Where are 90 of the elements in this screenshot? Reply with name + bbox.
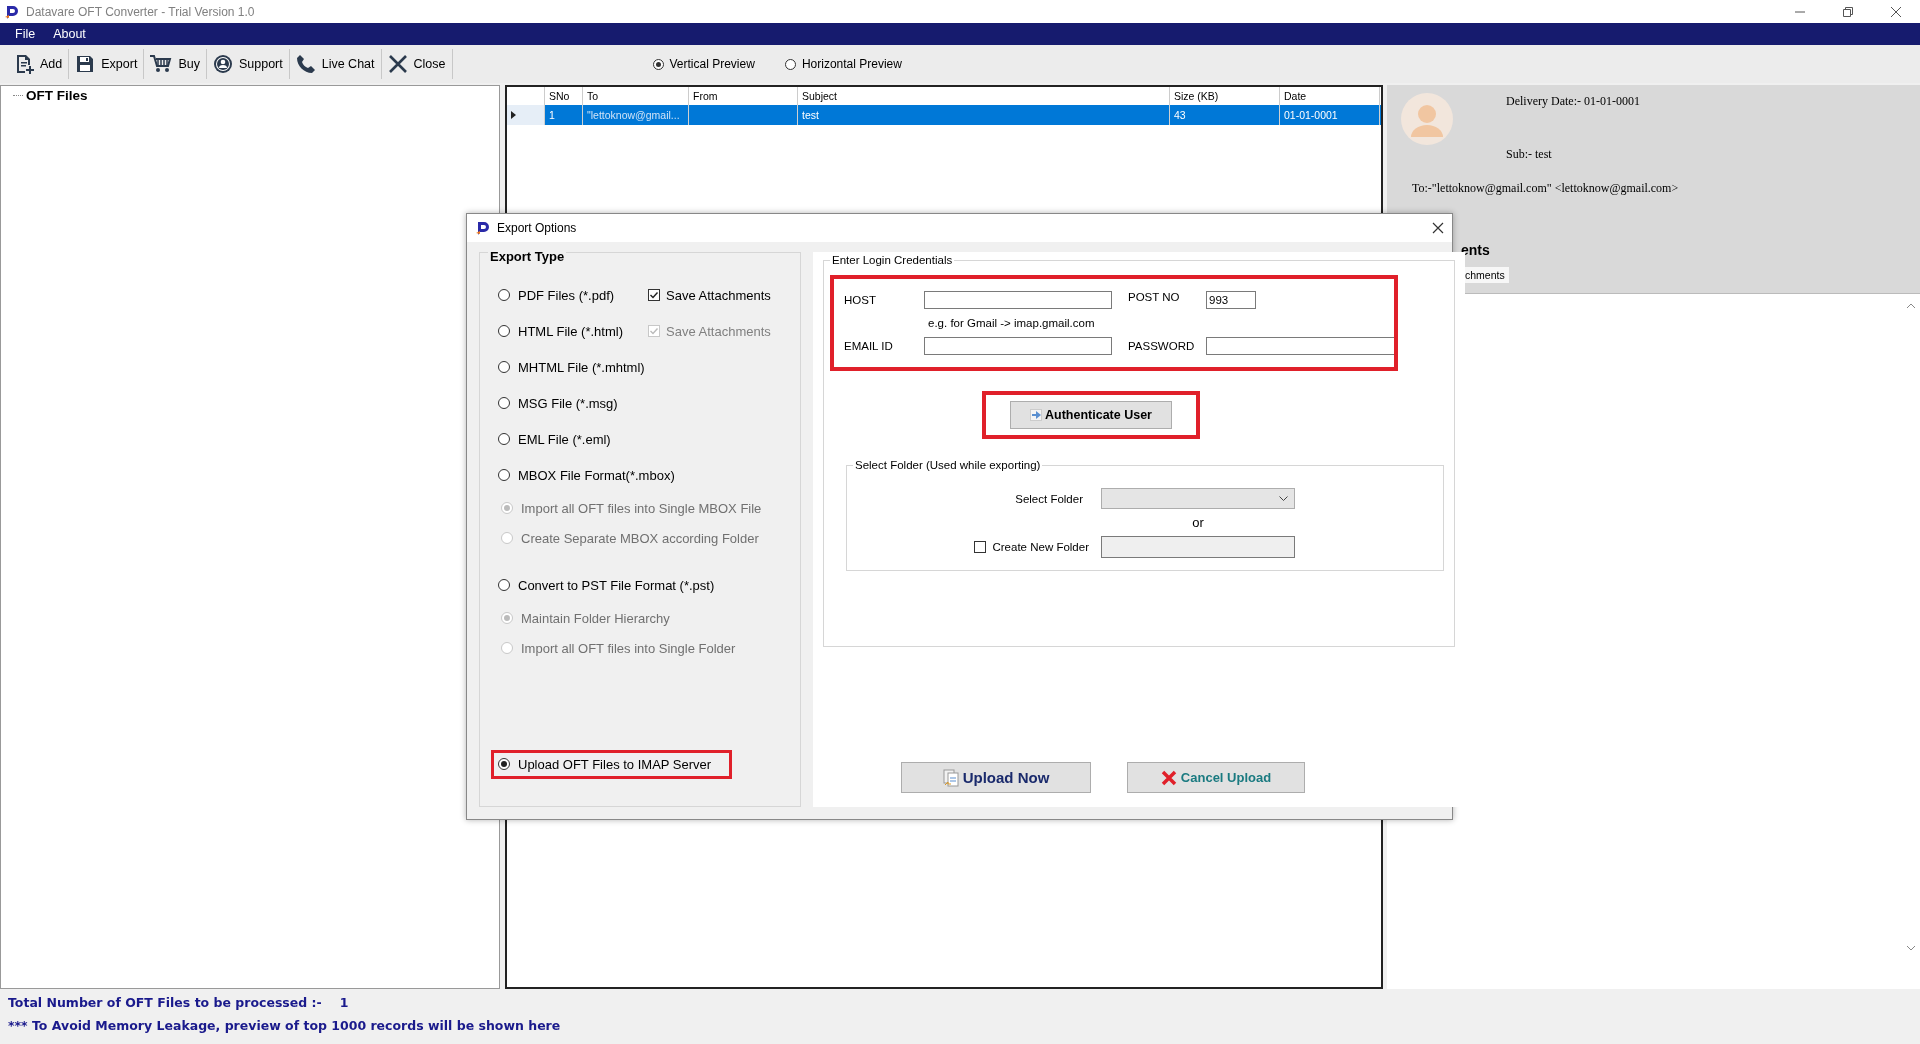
input-field[interactable] [1206,337,1396,355]
table-cell: "lettoknow@gmail... [583,105,689,125]
delivery-date: Delivery Date:- 01-01-0001 [1506,94,1640,109]
radio-button[interactable] [498,469,510,481]
menu-item[interactable]: About [44,27,95,41]
input-field[interactable] [924,291,1112,309]
radio-button[interactable] [652,58,664,70]
menu-item[interactable]: File [6,27,45,41]
radio-label: Upload OFT Files to IMAP Server [518,756,712,772]
restore-icon[interactable] [1843,6,1853,17]
toolbar-button[interactable]: Add [8,49,70,79]
field-label: PASSWORD [1128,340,1196,352]
radio-label: Convert to PST File Format (*.pst) [518,577,715,593]
or-text: or [1191,515,1205,530]
table-cell: 1 [545,105,583,125]
cancel-button[interactable]: Cancel Upload [1127,762,1305,793]
toolbar-button[interactable]: Support [206,49,290,79]
avatar-icon [1401,93,1453,145]
tree-item[interactable]: OFT Files [26,88,88,103]
toolbar-button[interactable]: Live Chat [289,49,382,79]
upload-button[interactable]: Upload Now [901,762,1091,793]
radio-label: Horizontal Preview [801,57,902,71]
field-label: HOST [844,294,877,306]
field-label: POST NO [1128,291,1181,303]
radio-label: HTML File (*.html) [518,323,623,339]
checkbox-label: Save Attachments [666,287,771,303]
row-pointer-icon [511,111,516,119]
radio-label: Import all OFT files into Single MBOX File [521,500,762,516]
authenticate-button[interactable]: Authenticate User [1010,401,1172,429]
radio-button[interactable] [498,289,510,301]
phone-icon [295,54,316,74]
field-label: EMAIL ID [844,340,894,352]
checkbox[interactable] [974,541,987,553]
group-title: Export Type [488,249,567,264]
app-logo-icon [475,220,491,236]
input-field[interactable]: 993 [1206,291,1256,309]
field-label: Select Folder [1015,492,1083,505]
shopping-cart-icon [150,54,173,74]
scroll-up-icon[interactable] [1906,302,1916,310]
radio-label: MHTML File (*.mhtml) [518,359,645,375]
radio-label: MBOX File Format(*.mbox) [518,467,675,483]
dialog-title: Export Options [497,221,578,235]
checkmark-icon [649,290,659,300]
close-icon [387,54,408,74]
input-field[interactable] [924,337,1112,355]
radio-label: EML File (*.eml) [518,431,611,447]
radio-button[interactable] [498,579,510,591]
subject-text: Sub:- test [1506,147,1552,162]
documents-icon [942,768,959,787]
toolbar-button[interactable]: Export [69,49,145,79]
app-logo-icon [4,3,20,20]
table-cell: test [798,105,1170,125]
radio-button[interactable] [498,397,510,409]
toolbar-button[interactable]: Close [381,49,453,79]
radio-button[interactable] [498,361,510,373]
add-file-icon [14,54,34,74]
radio-button[interactable] [784,58,796,70]
close-icon[interactable] [1891,6,1901,17]
window-title: Datavare OFT Converter - Trial Version 1.0 [26,4,256,19]
checkmark-icon [649,326,659,336]
person-circle-icon [212,54,233,74]
radio-label: Create Separate MBOX according Folder [521,530,759,546]
input-field[interactable] [1101,536,1295,558]
radio-button[interactable] [498,433,510,445]
checkbox[interactable] [648,289,660,301]
cross-icon [1160,769,1177,786]
checkbox-label: Save Attachments [666,323,771,339]
group-title: Enter Login Credentials [830,254,955,266]
status-label: Total Number of OFT Files to be processed :- [8,995,322,1010]
arrow-icon [1030,409,1042,421]
chevron-down-icon [1279,495,1288,502]
status-count: 1 [339,995,349,1010]
table-row[interactable]: 1 "lettoknow@gmail... test 43 01-01-0001 [507,105,1381,125]
radio-label: Vertical Preview [669,57,755,71]
close-icon[interactable] [1432,222,1444,234]
status-note: *** To Avoid Memory Leakage, preview of top 1000 records will be shown here [8,1018,562,1033]
toolbar-button[interactable]: Buy [144,49,207,79]
table-cell: 43 [1170,105,1280,125]
table-cell: 01-01-0001 [1280,105,1380,125]
radio-label: MSG File (*.msg) [518,395,618,411]
group-title: Select Folder (Used while exporting) [853,459,1043,471]
radio-button[interactable] [498,758,510,770]
radio-label: Import all OFT files into Single Folder [521,640,736,656]
radio-label: Maintain Folder Hierarchy [521,610,670,626]
hint-text: e.g. for Gmail -> imap.gmail.com [927,317,1096,329]
recipient-text: To:-"lettoknow@gmail.com" <lettoknow@gmail.com> [1412,181,1679,196]
checkbox-label: Create New Folder [992,541,1089,553]
scroll-down-icon[interactable] [1906,944,1916,952]
radio-button[interactable] [498,325,510,337]
radio-label: PDF Files (*.pdf) [518,287,615,303]
